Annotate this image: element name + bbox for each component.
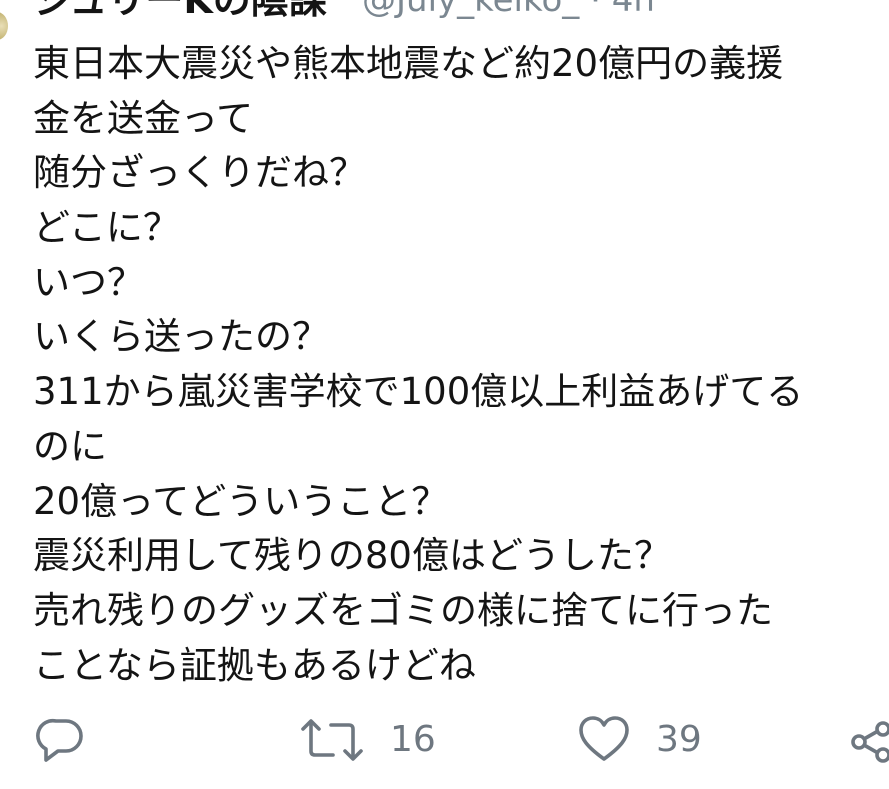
- tweet-text-line: どこに？: [33, 206, 180, 250]
- retweet-icon: [300, 715, 364, 765]
- retweet-count: 16: [390, 719, 436, 760]
- handle-and-time[interactable]: @July_keiko_ · 4h: [362, 0, 655, 22]
- tweet-text-line: 311から嵐災害学校で100億以上利益あげてる: [33, 370, 804, 414]
- display-name[interactable]: ジュリーKの陰謀: [34, 0, 327, 22]
- avatar[interactable]: [0, 12, 8, 40]
- tweet-text-line: 随分ざっくりだね？: [33, 151, 366, 195]
- tweet-text-line: 震災利用して残りの80億はどうした？: [33, 534, 671, 578]
- like-button[interactable]: 39: [578, 712, 702, 768]
- tweet-text-line: のに: [33, 424, 107, 468]
- tweet-text-line: 東日本大震災や熊本地震など約20億円の義援: [33, 42, 784, 85]
- tweet-text-line: 売れ残りのグッズをゴミの様に捨てに行った: [33, 588, 773, 632]
- tweet-text-line: いつ？: [33, 260, 144, 304]
- reply-button[interactable]: [36, 712, 86, 768]
- tweet-actions: 16 39: [0, 712, 889, 768]
- share-icon: [849, 715, 889, 765]
- retweet-button[interactable]: 16: [300, 712, 436, 768]
- tweet-text: 東日本大震災や熊本地震など約20億円の義援 金を送金って 随分ざっくりだね？ ど…: [33, 37, 889, 693]
- heart-icon: [578, 715, 630, 765]
- share-button[interactable]: [849, 712, 889, 768]
- tweet-header: ジュリーKの陰謀 @July_keiko_ · 4h: [0, 0, 889, 40]
- tweet-text-line: いくら送ったの？: [33, 315, 329, 359]
- tweet-text-line: ことなら証拠もあるけどね: [33, 643, 476, 687]
- tweet-text-line: 20億ってどういうこと？: [33, 479, 449, 523]
- reply-icon: [36, 715, 86, 765]
- like-count: 39: [656, 719, 702, 760]
- tweet-text-line: 金を送金って: [33, 96, 254, 140]
